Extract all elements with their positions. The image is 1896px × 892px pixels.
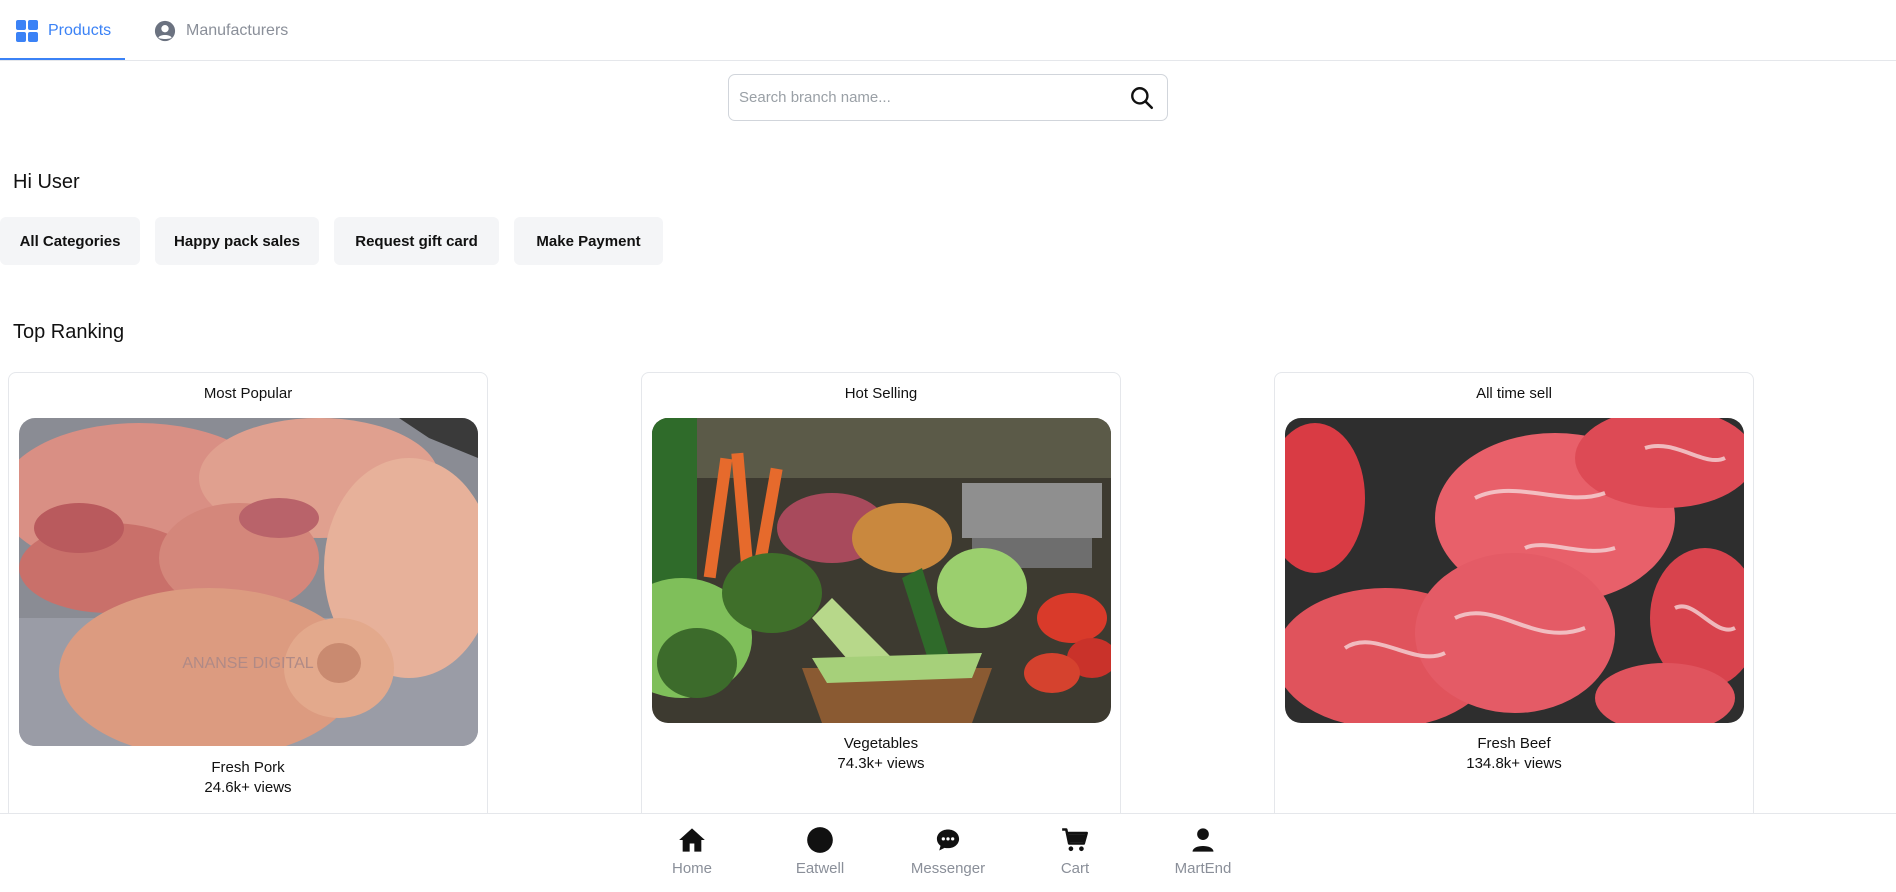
vegetables-photo: [652, 418, 1111, 723]
tab-manufacturers-label: Manufacturers: [186, 21, 289, 39]
bottom-navigation: Home Eatwell Messenger Cart MartEnd: [0, 813, 1896, 892]
card-view-count: 24.6k+ views: [204, 779, 292, 796]
person-icon: [1192, 828, 1214, 852]
tab-manufacturers[interactable]: Manufacturers: [154, 0, 288, 61]
nav-cart-label: Cart: [1060, 860, 1090, 877]
cart-icon: [1062, 828, 1088, 852]
pork-photo: ANANSE DIGITAL: [19, 418, 478, 746]
grid-icon: [16, 19, 38, 42]
user-circle-icon: [154, 20, 176, 41]
card-heading: Hot Selling: [844, 385, 918, 402]
card-heading: All time sell: [1476, 385, 1552, 402]
card-heading: Most Popular: [203, 385, 293, 402]
ranking-card-all-time-sell[interactable]: All time sell Fresh Beef 134.8k+ views: [1274, 372, 1754, 832]
home-icon: [679, 828, 705, 852]
circle-icon: [807, 827, 833, 853]
card-view-count: 134.8k+ views: [1466, 755, 1562, 772]
tab-products[interactable]: Products: [16, 0, 111, 61]
nav-martend-label: MartEnd: [1174, 860, 1232, 877]
beef-photo: [1285, 418, 1744, 723]
nav-home-label: Home: [671, 860, 712, 877]
top-tab-bar: Products Manufacturers: [0, 0, 1896, 61]
nav-messenger[interactable]: Messenger: [903, 826, 993, 877]
chat-icon: [936, 829, 960, 851]
card-view-count: 74.3k+ views: [837, 755, 925, 772]
search-input[interactable]: [739, 89, 1129, 106]
tab-products-label: Products: [48, 21, 112, 39]
chip-request-gift-card[interactable]: Request gift card: [334, 217, 499, 265]
nav-messenger-label: Messenger: [910, 860, 986, 877]
watermark-text: ANANSE DIGITAL: [182, 655, 313, 672]
nav-martend[interactable]: MartEnd: [1158, 826, 1248, 877]
nav-eatwell-label: Eatwell: [795, 860, 845, 877]
search-icon[interactable]: [1129, 85, 1155, 111]
card-product-name: Fresh Beef: [1477, 735, 1551, 752]
chip-make-payment[interactable]: Make Payment: [514, 217, 663, 265]
active-tab-indicator: [0, 58, 125, 60]
nav-eatwell[interactable]: Eatwell: [775, 826, 865, 877]
nav-cart[interactable]: Cart: [1030, 826, 1120, 877]
search-box: [728, 74, 1168, 121]
card-product-name: Fresh Pork: [211, 759, 285, 776]
ranking-card-most-popular[interactable]: Most Popular ANANSE DIGITAL Fresh Pork 2…: [8, 372, 488, 832]
chip-all-categories[interactable]: All Categories: [0, 217, 140, 265]
card-product-name: Vegetables: [843, 735, 919, 752]
chip-happy-pack-sales[interactable]: Happy pack sales: [155, 217, 319, 265]
ranking-card-hot-selling[interactable]: Hot Selling Vegetables 74.3k+ views: [641, 372, 1121, 832]
greeting-text: Hi User: [13, 171, 80, 193]
top-ranking-title: Top Ranking: [13, 321, 125, 343]
nav-home[interactable]: Home: [647, 826, 737, 877]
